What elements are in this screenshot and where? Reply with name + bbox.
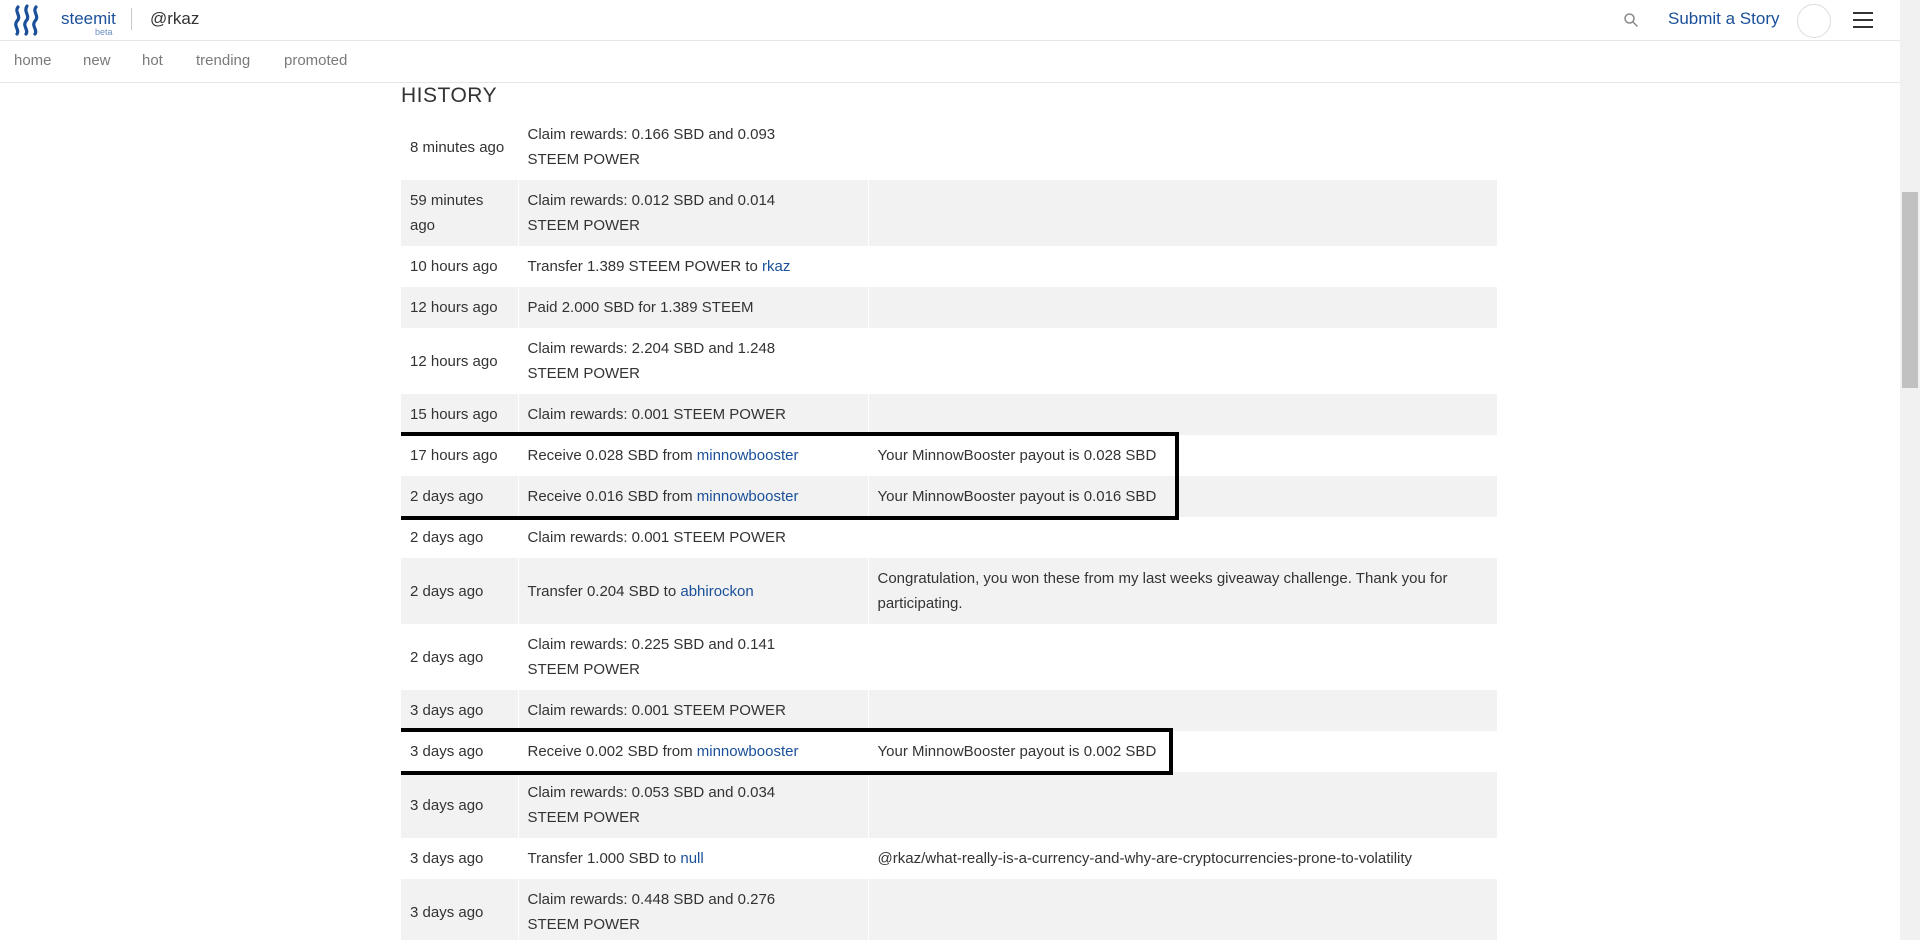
history-row: 15 hours ago Claim rewards: 0.001 STEEM P… xyxy=(401,394,1497,435)
account-link[interactable]: null xyxy=(680,850,703,867)
avatar[interactable] xyxy=(1797,4,1831,38)
operation-text: Transfer 1.000 SBD to xyxy=(527,850,681,867)
scrollbar-track[interactable] xyxy=(1900,0,1920,940)
operation-text: Transfer 1.389 STEEM POWER to xyxy=(527,258,763,275)
history-section: HISTORY 8 minutes ago Claim rewards: 0.16… xyxy=(401,84,1497,940)
history-memo xyxy=(868,114,1497,180)
history-row: 3 days ago Receive 0.002 SBD from minnowb… xyxy=(401,731,1497,772)
history-memo xyxy=(868,772,1497,838)
history-memo xyxy=(868,690,1497,731)
nav-trending[interactable]: trending xyxy=(196,52,250,69)
history-time: 3 days ago xyxy=(401,772,519,838)
history-row: 12 hours ago Paid 2.000 SBD for 1.389 STE… xyxy=(401,287,1497,328)
account-link[interactable]: minnowbooster xyxy=(697,447,799,464)
history-memo xyxy=(868,328,1497,394)
history-row: 3 days ago Claim rewards: 0.053 SBD and 0… xyxy=(401,772,1497,838)
nav-promoted[interactable]: promoted xyxy=(284,52,347,69)
history-memo xyxy=(868,287,1497,328)
history-operation: Claim rewards: 0.001 STEEM POWER xyxy=(518,690,869,731)
history-operation: Transfer 1.389 STEEM POWER to rkaz xyxy=(518,246,869,287)
history-time: 3 days ago xyxy=(401,731,519,772)
history-row: 2 days ago Receive 0.016 SBD from minnowb… xyxy=(401,476,1497,517)
history-operation: Receive 0.002 SBD from minnowbooster xyxy=(518,731,869,772)
history-time: 2 days ago xyxy=(401,517,519,558)
brand-name[interactable]: steemit xyxy=(61,9,116,29)
hamburger-menu-icon[interactable] xyxy=(1853,12,1873,30)
sub-navigation: home new hot trending promoted xyxy=(0,42,1900,83)
history-operation: Claim rewards: 0.448 SBD and 0.276 STEEM… xyxy=(518,879,869,940)
history-memo xyxy=(868,394,1497,435)
history-operation: Transfer 0.204 SBD to abhirockon xyxy=(518,558,869,624)
history-operation: Claim rewards: 2.204 SBD and 1.248 STEEM… xyxy=(518,328,869,394)
scrollbar-thumb[interactable] xyxy=(1902,192,1918,388)
account-link[interactable]: rkaz xyxy=(762,258,790,275)
history-time: 3 days ago xyxy=(401,838,519,879)
beta-label: beta xyxy=(95,27,113,37)
history-row: 3 days ago Claim rewards: 0.001 STEEM POW… xyxy=(401,690,1497,731)
history-time: 12 hours ago xyxy=(401,287,519,328)
history-row: 59 minutes ago Claim rewards: 0.012 SBD a… xyxy=(401,180,1497,246)
submit-story-link[interactable]: Submit a Story xyxy=(1668,9,1780,29)
history-memo: @rkaz/what-really-is-a-currency-and-why-… xyxy=(877,850,1413,867)
history-time: 2 days ago xyxy=(401,476,519,517)
history-time: 3 days ago xyxy=(401,879,519,940)
history-memo xyxy=(868,246,1497,287)
history-operation: Claim rewards: 0.001 STEEM POWER xyxy=(518,394,869,435)
history-row: 10 hours ago Transfer 1.389 STEEM POWER t… xyxy=(401,246,1497,287)
account-link[interactable]: minnowbooster xyxy=(697,488,799,505)
nav-hot[interactable]: hot xyxy=(142,52,163,69)
account-link[interactable]: abhirockon xyxy=(680,583,753,600)
nav-new[interactable]: new xyxy=(83,52,111,69)
history-memo: Your MinnowBooster payout is 0.016 SBD xyxy=(868,476,1497,517)
operation-text: Receive 0.016 SBD from xyxy=(527,488,697,505)
history-operation: Claim rewards: 0.053 SBD and 0.034 STEEM… xyxy=(518,772,869,838)
history-operation: Receive 0.016 SBD from minnowbooster xyxy=(518,476,869,517)
operation-text: Receive 0.002 SBD from xyxy=(527,743,697,760)
history-row: 2 days ago Claim rewards: 0.001 STEEM POW… xyxy=(401,517,1497,558)
history-operation: Claim rewards: 0.012 SBD and 0.014 STEEM… xyxy=(518,180,869,246)
history-memo xyxy=(868,180,1497,246)
history-operation: Claim rewards: 0.001 STEEM POWER xyxy=(518,517,869,558)
history-row: 2 days ago Claim rewards: 0.225 SBD and 0… xyxy=(401,624,1497,690)
history-time: 17 hours ago xyxy=(401,435,519,476)
history-time: 8 minutes ago xyxy=(401,114,519,180)
history-time: 59 minutes ago xyxy=(401,180,519,246)
history-memo: Your MinnowBooster payout is 0.002 SBD xyxy=(877,743,1157,760)
history-time: 3 days ago xyxy=(401,690,519,731)
history-table: 8 minutes ago Claim rewards: 0.166 SBD an… xyxy=(401,114,1497,940)
history-row: 3 days ago Claim rewards: 0.448 SBD and 0… xyxy=(401,879,1497,940)
history-row: 8 minutes ago Claim rewards: 0.166 SBD an… xyxy=(401,114,1497,180)
history-memo xyxy=(868,624,1497,690)
history-row: 12 hours ago Claim rewards: 2.204 SBD and… xyxy=(401,328,1497,394)
search-icon[interactable] xyxy=(1623,12,1639,28)
history-row: 17 hours ago Receive 0.028 SBD from minno… xyxy=(401,435,1497,476)
account-link[interactable]: minnowbooster xyxy=(697,743,799,760)
history-time: 2 days ago xyxy=(401,624,519,690)
history-time: 15 hours ago xyxy=(401,394,519,435)
history-time: 2 days ago xyxy=(401,558,519,624)
header-divider xyxy=(131,8,132,30)
history-time: 10 hours ago xyxy=(401,246,519,287)
operation-text: Receive 0.028 SBD from xyxy=(527,447,697,464)
history-row: 3 days ago Transfer 1.000 SBD to null @rka… xyxy=(401,838,1497,879)
history-title: HISTORY xyxy=(401,84,498,107)
history-row: 2 days ago Transfer 0.204 SBD to abhirock… xyxy=(401,558,1497,624)
history-memo xyxy=(868,879,1497,940)
history-operation: Claim rewards: 0.225 SBD and 0.141 STEEM… xyxy=(518,624,869,690)
operation-text: Transfer 0.204 SBD to xyxy=(527,582,681,600)
steemit-logo-icon[interactable] xyxy=(12,4,48,36)
history-operation: Claim rewards: 0.166 SBD and 0.093 STEEM… xyxy=(518,114,869,180)
history-memo: Your MinnowBooster payout is 0.028 SBD xyxy=(877,447,1157,464)
history-operation: Paid 2.000 SBD for 1.389 STEEM xyxy=(518,287,869,328)
history-operation: Transfer 1.000 SBD to null xyxy=(518,838,869,879)
history-memo: Congratulation, you won these from my la… xyxy=(868,558,1497,624)
history-time: 12 hours ago xyxy=(401,328,519,394)
history-operation: Receive 0.028 SBD from minnowbooster xyxy=(518,435,869,476)
nav-home[interactable]: home xyxy=(14,52,52,69)
history-memo xyxy=(868,517,1497,558)
top-header: steemit beta @rkaz Submit a Story xyxy=(0,0,1900,41)
user-handle[interactable]: @rkaz xyxy=(150,9,199,29)
